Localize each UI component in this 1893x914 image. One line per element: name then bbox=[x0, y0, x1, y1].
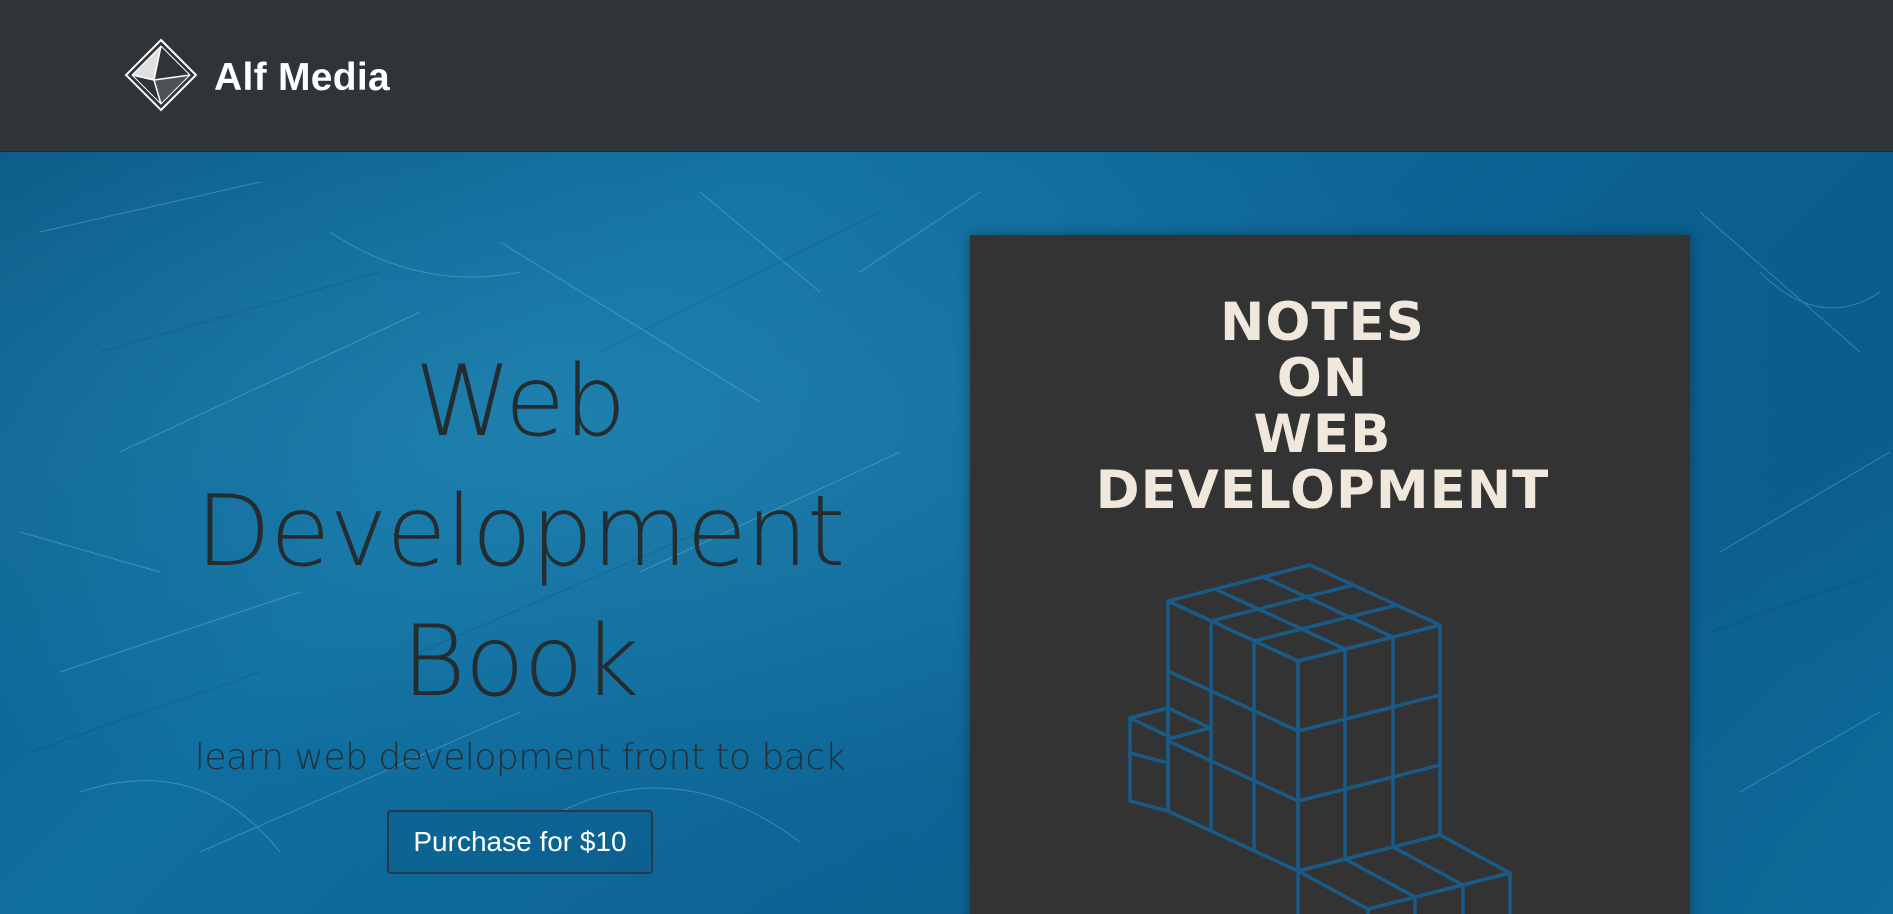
book-cover: NOTES ON WEB DEVELOPMENT bbox=[970, 235, 1690, 914]
book-title-line: DEVELOPMENT bbox=[1095, 460, 1550, 521]
purchase-button[interactable]: Purchase for $10 bbox=[387, 810, 653, 874]
hero-subtitle: learn web development front to back bbox=[194, 737, 846, 778]
book-title-line: WEB bbox=[1253, 404, 1392, 465]
hero-text-block: Web Development Book learn web developme… bbox=[120, 337, 920, 874]
book-title-line: ON bbox=[1276, 348, 1369, 409]
hero-section: Web Development Book learn web developme… bbox=[0, 152, 1893, 914]
diamond-logo-icon bbox=[124, 38, 198, 117]
book-title-line: NOTES bbox=[1220, 292, 1425, 353]
navbar: Alf Media bbox=[0, 0, 1893, 152]
brand-name: Alf Media bbox=[214, 55, 391, 99]
hero-title: Web Development Book bbox=[195, 345, 846, 719]
brand-link[interactable]: Alf Media bbox=[124, 38, 390, 117]
book-title: NOTES ON WEB DEVELOPMENT bbox=[970, 295, 1675, 519]
